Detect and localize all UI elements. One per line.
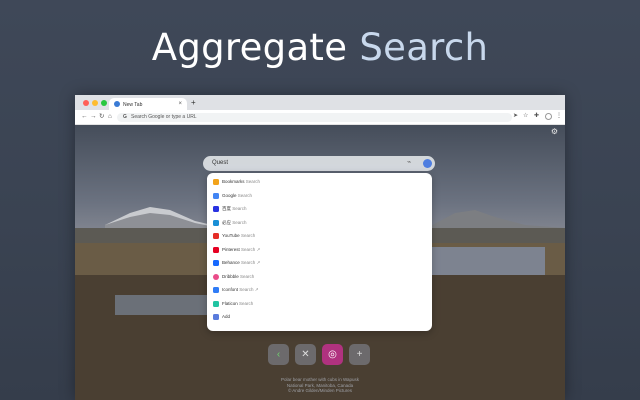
headline-word-search: Search (359, 26, 489, 69)
iconfont-icon (213, 287, 219, 293)
dock-shortcut-x-icon[interactable]: ✕ (295, 344, 316, 365)
tab-title: New Tab (123, 101, 143, 108)
engine-label: YouTube Search (222, 233, 256, 238)
settings-gear-icon[interactable]: ⚙ (551, 128, 558, 136)
extensions-puzzle-icon[interactable]: ✚ (534, 113, 539, 120)
maximize-window-button[interactable] (101, 100, 107, 106)
search-engine-dropdown: Bookmarks Search Google Search 百度 Search… (207, 173, 432, 331)
bookmarks-icon (213, 179, 219, 185)
reload-icon[interactable]: ↻ (99, 113, 104, 120)
google-g-icon: G (123, 113, 127, 120)
baidu-icon (213, 206, 219, 212)
credit-line-3: © Andre Gilden/Minden Pictures (287, 388, 353, 393)
bookmark-star-icon[interactable]: ☆ (523, 113, 528, 120)
home-icon[interactable]: ⌂ (108, 113, 112, 120)
dock-shortcut-green-icon[interactable]: ‹ (268, 344, 289, 365)
engine-item-behance[interactable]: Behance Search ↗ (207, 257, 432, 269)
new-tab-page: ⚙ Quest ⌁ Bookmarks Search Google Search… (75, 125, 565, 400)
engine-label: Google Search (222, 192, 253, 198)
google-icon (213, 192, 219, 199)
engine-label: Add (222, 314, 231, 319)
engine-label: Pinterest Search ↗ (222, 246, 261, 252)
wallpaper-credit: Polar bear mother with cubs in Wapusk Na… (260, 377, 380, 394)
engine-label: Flaticon Search (222, 300, 254, 306)
flaticon-icon (213, 300, 219, 307)
headline-word-aggregate: Aggregate (151, 26, 348, 69)
back-arrow-icon[interactable]: ← (81, 113, 88, 120)
engine-label: 百度 Search (222, 206, 247, 211)
dock-shortcut-instagram-icon[interactable]: ◎ (322, 344, 343, 365)
address-bar[interactable]: G Search Google or type a URL (117, 112, 512, 122)
send-icon[interactable]: ➤ (513, 113, 518, 120)
engine-item-youtube[interactable]: YouTube Search (207, 230, 432, 242)
tab-favicon-icon (114, 101, 120, 107)
engine-item-flaticon[interactable]: Flaticon Search (207, 298, 432, 310)
new-tab-button[interactable]: + (191, 98, 196, 107)
pinterest-icon (213, 246, 219, 253)
aggregate-search-bar[interactable]: Quest ⌁ (203, 156, 435, 171)
minimize-window-button[interactable] (92, 100, 98, 106)
tab-bar: New Tab × + (75, 95, 565, 110)
close-window-button[interactable] (83, 100, 89, 106)
engine-label: Dribbble Search (222, 273, 255, 279)
youtube-icon (213, 233, 219, 239)
engine-label: Iconfont Search ↗ (222, 287, 259, 292)
engine-item-bing[interactable]: 必应 Search (207, 217, 432, 229)
browser-menu-icon[interactable]: ⋮ (556, 113, 562, 120)
engine-item-add[interactable]: Add (207, 311, 432, 323)
dock-add-shortcut-button[interactable]: + (349, 344, 370, 365)
browser-toolbar: ← → ↻ ⌂ G Search Google or type a URL ➤ … (75, 110, 565, 125)
engine-label: 必应 Search (222, 219, 247, 225)
search-engine-icon[interactable] (423, 159, 432, 168)
engine-item-pinterest[interactable]: Pinterest Search ↗ (207, 244, 432, 256)
headline: Aggregate Search (0, 26, 640, 69)
engine-item-google[interactable]: Google Search (207, 190, 432, 202)
engine-item-bookmarks[interactable]: Bookmarks Search (207, 176, 432, 188)
search-query-text[interactable]: Quest (212, 160, 228, 167)
dribbble-icon (213, 273, 219, 280)
browser-window: New Tab × + ← → ↻ ⌂ G Search Google or t… (75, 95, 565, 400)
profile-avatar-icon[interactable] (545, 113, 552, 120)
forward-arrow-icon[interactable]: → (90, 113, 97, 120)
engine-item-baidu[interactable]: 百度 Search (207, 203, 432, 215)
voice-search-icon[interactable]: ⌁ (407, 159, 411, 167)
bing-icon (213, 219, 219, 226)
behance-icon (213, 260, 219, 266)
add-engine-icon (213, 314, 219, 320)
tab-close-icon[interactable]: × (178, 101, 182, 107)
tab-new-tab[interactable]: New Tab × (109, 98, 187, 110)
engine-item-iconfont[interactable]: Iconfont Search ↗ (207, 284, 432, 296)
engine-item-dribbble[interactable]: Dribbble Search (207, 271, 432, 283)
engine-label: Bookmarks Search (222, 179, 261, 184)
address-bar-placeholder: Search Google or type a URL (131, 113, 197, 120)
engine-label: Behance Search ↗ (222, 260, 261, 265)
